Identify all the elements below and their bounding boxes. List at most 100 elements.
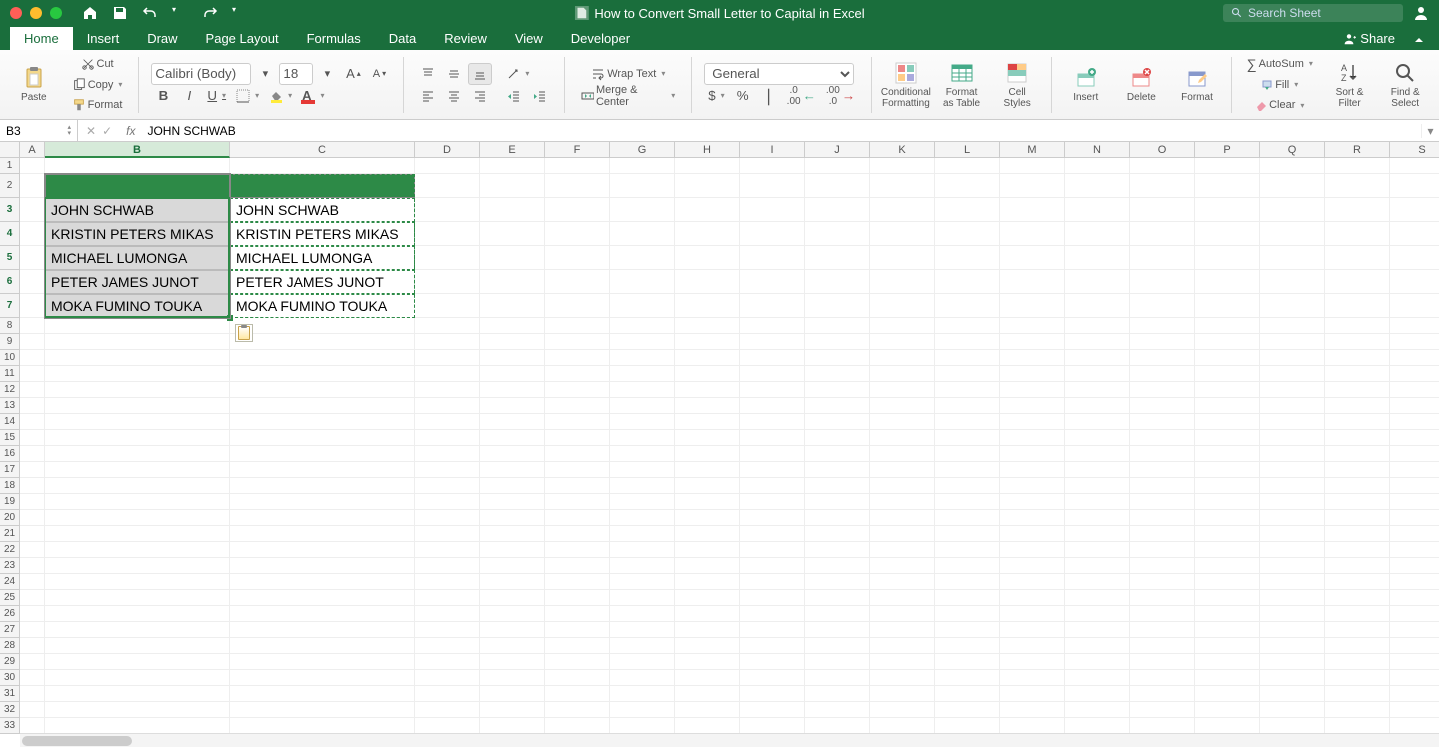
merge-center-button[interactable]: Merge & Center [577, 85, 679, 107]
row-header-22[interactable]: 22 [0, 542, 20, 558]
cells-area[interactable]: JOHN SCHWABKRISTIN PETERS MIKASMICHAEL L… [20, 158, 1439, 734]
column-header-D[interactable]: D [415, 142, 480, 158]
cancel-formula-icon[interactable]: ✕ [86, 124, 96, 138]
cell-C6[interactable]: PETER JAMES JUNOT [230, 270, 415, 294]
share-button[interactable]: Share [1336, 27, 1401, 50]
row-header-15[interactable]: 15 [0, 430, 20, 446]
cell-C7[interactable]: MOKA FUMINO TOUKA [230, 294, 415, 318]
row-header-29[interactable]: 29 [0, 654, 20, 670]
minimize-window[interactable] [30, 7, 42, 19]
column-header-R[interactable]: R [1325, 142, 1390, 158]
save-icon[interactable] [112, 5, 128, 21]
align-right-button[interactable] [468, 85, 492, 107]
cell-B5[interactable]: MICHAEL LUMONGA [45, 246, 230, 270]
paste-button[interactable]: Paste [8, 54, 60, 116]
orientation-button[interactable] [502, 63, 533, 85]
format-as-table-button[interactable]: Format as Table [936, 54, 988, 116]
font-color-button[interactable]: A [298, 85, 328, 107]
decrease-indent-button[interactable] [502, 85, 526, 107]
column-header-P[interactable]: P [1195, 142, 1260, 158]
cell-C2[interactable] [230, 174, 415, 198]
row-header-32[interactable]: 32 [0, 702, 20, 718]
row-header-19[interactable]: 19 [0, 494, 20, 510]
cell-B7[interactable]: MOKA FUMINO TOUKA [45, 294, 230, 318]
wrap-text-button[interactable]: Wrap Text [577, 63, 679, 85]
spreadsheet-grid[interactable]: ABCDEFGHIJKLMNOPQRS 12345678910111213141… [0, 142, 1439, 747]
column-header-K[interactable]: K [870, 142, 935, 158]
column-header-G[interactable]: G [610, 142, 675, 158]
delete-cells-button[interactable]: Delete [1116, 54, 1168, 116]
row-header-21[interactable]: 21 [0, 526, 20, 542]
row-header-16[interactable]: 16 [0, 446, 20, 462]
clear-button[interactable]: Clear [1244, 95, 1316, 116]
close-window[interactable] [10, 7, 22, 19]
home-icon[interactable] [82, 5, 98, 21]
row-header-2[interactable]: 2 [0, 174, 20, 198]
cell-C4[interactable]: KRISTIN PETERS MIKAS [230, 222, 415, 246]
percent-button[interactable]: % [731, 85, 755, 107]
row-header-25[interactable]: 25 [0, 590, 20, 606]
tab-developer[interactable]: Developer [557, 27, 644, 50]
row-header-12[interactable]: 12 [0, 382, 20, 398]
row-header-10[interactable]: 10 [0, 350, 20, 366]
name-box[interactable]: B3 ▴▾ [0, 120, 78, 141]
undo-icon[interactable] [142, 5, 158, 21]
row-header-20[interactable]: 20 [0, 510, 20, 526]
row-header-27[interactable]: 27 [0, 622, 20, 638]
user-icon[interactable] [1413, 5, 1429, 21]
row-header-14[interactable]: 14 [0, 414, 20, 430]
increase-font-button[interactable]: A▴ [341, 63, 365, 85]
column-header-H[interactable]: H [675, 142, 740, 158]
row-header-24[interactable]: 24 [0, 574, 20, 590]
align-center-button[interactable] [442, 85, 466, 107]
fill-button[interactable]: Fill [1244, 74, 1316, 95]
row-header-4[interactable]: 4 [0, 222, 20, 246]
tab-view[interactable]: View [501, 27, 557, 50]
maximize-window[interactable] [50, 7, 62, 19]
formula-input[interactable]: JOHN SCHWAB [141, 124, 1421, 138]
decrease-font-button[interactable]: A▾ [367, 63, 391, 85]
tab-formulas[interactable]: Formulas [293, 27, 375, 50]
column-header-J[interactable]: J [805, 142, 870, 158]
horizontal-scrollbar[interactable] [20, 733, 1439, 747]
column-header-I[interactable]: I [740, 142, 805, 158]
row-header-13[interactable]: 13 [0, 398, 20, 414]
format-painter-button[interactable]: Format [68, 95, 127, 116]
column-header-O[interactable]: O [1130, 142, 1195, 158]
align-bottom-button[interactable] [468, 63, 492, 85]
row-header-7[interactable]: 7 [0, 294, 20, 318]
tab-insert[interactable]: Insert [73, 27, 134, 50]
row-header-8[interactable]: 8 [0, 318, 20, 334]
column-header-F[interactable]: F [545, 142, 610, 158]
find-select-button[interactable]: Find & Select [1379, 54, 1431, 116]
row-header-23[interactable]: 23 [0, 558, 20, 574]
fx-icon[interactable]: fx [120, 124, 141, 138]
increase-indent-button[interactable] [528, 85, 552, 107]
column-header-L[interactable]: L [935, 142, 1000, 158]
row-header-11[interactable]: 11 [0, 366, 20, 382]
font-size-input[interactable] [279, 63, 313, 85]
cell-B4[interactable]: KRISTIN PETERS MIKAS [45, 222, 230, 246]
row-header-30[interactable]: 30 [0, 670, 20, 686]
row-header-17[interactable]: 17 [0, 462, 20, 478]
bold-button[interactable]: B [151, 85, 175, 107]
column-header-E[interactable]: E [480, 142, 545, 158]
cell-B6[interactable]: PETER JAMES JUNOT [45, 270, 230, 294]
currency-button[interactable]: $ [704, 85, 728, 107]
column-header-B[interactable]: B [45, 142, 230, 158]
column-header-C[interactable]: C [230, 142, 415, 158]
column-header-S[interactable]: S [1390, 142, 1439, 158]
italic-button[interactable]: I [177, 85, 201, 107]
cell-B3[interactable]: JOHN SCHWAB [45, 198, 230, 222]
border-button[interactable] [232, 85, 263, 107]
conditional-formatting-button[interactable]: Conditional Formatting [880, 54, 932, 116]
expand-formula-bar[interactable]: ▾ [1421, 124, 1439, 138]
paste-options-button[interactable] [235, 324, 253, 342]
search-sheet-input[interactable]: Search Sheet [1223, 4, 1403, 22]
increase-decimal-button[interactable]: .0.00← [783, 85, 820, 107]
tab-home[interactable]: Home [10, 27, 73, 50]
format-cells-button[interactable]: Format [1171, 54, 1223, 116]
row-header-33[interactable]: 33 [0, 718, 20, 734]
number-format-select[interactable]: General [704, 63, 854, 85]
autosum-button[interactable]: ∑AutoSum [1244, 54, 1316, 75]
